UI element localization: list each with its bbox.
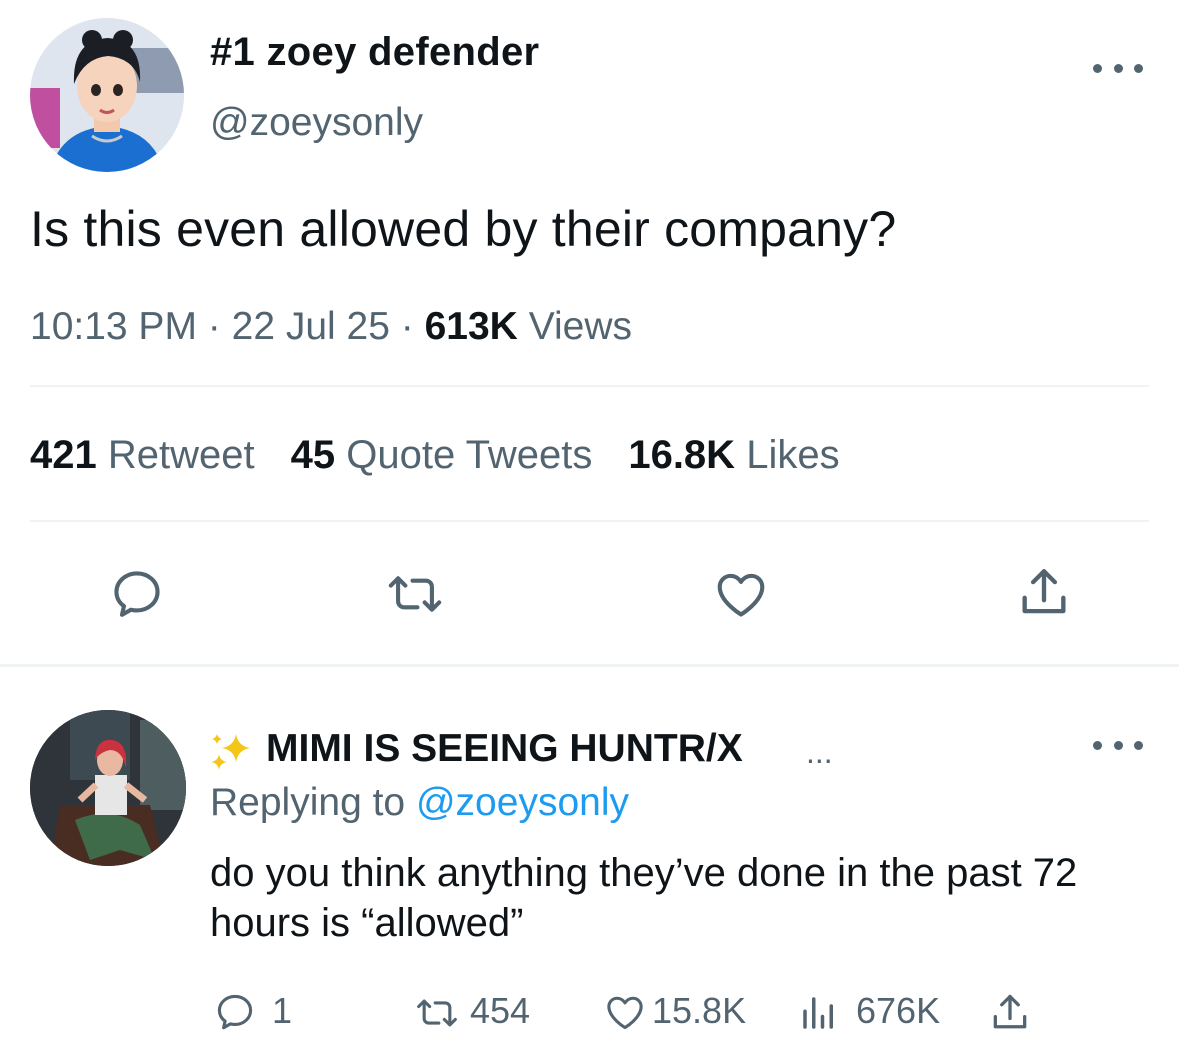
share-icon[interactable] (988, 990, 1032, 1041)
likes-stat[interactable]: 16.8K Likes (628, 433, 839, 477)
replying-handle-link[interactable]: @zoeysonly (416, 781, 629, 824)
like-icon[interactable] (711, 565, 771, 628)
meta-separator: · (207, 305, 221, 348)
replying-to: Replying to @zoeysonly (210, 781, 629, 825)
tweet-time[interactable]: 10:13 PM (30, 305, 197, 348)
likes-count: 16.8K (628, 433, 736, 477)
quotes-stat[interactable]: 45 Quote Tweets (291, 433, 593, 477)
quotes-count: 45 (290, 433, 336, 477)
divider (30, 385, 1149, 387)
tweet-meta: 10:13 PM · 22 Jul 25 · 613K Views (30, 305, 632, 349)
reply-icon[interactable] (212, 990, 258, 1039)
reply-author-avatar[interactable] (30, 710, 186, 866)
engagement-stats: 421 Retweet 45 Quote Tweets 16.8K Likes (30, 433, 840, 478)
views-icon[interactable] (798, 992, 840, 1039)
more-icon[interactable] (1093, 58, 1143, 78)
more-icon[interactable] (1093, 735, 1143, 755)
tweet-date[interactable]: 22 Jul 25 (232, 305, 390, 348)
author-handle[interactable]: @zoeysonly (210, 101, 423, 145)
name-truncation: ... (806, 734, 833, 770)
retweets-stat[interactable]: 421 Retweet (30, 433, 255, 477)
replying-prefix: Replying to (210, 781, 406, 824)
reply-text: do you think anything they’ve done in th… (210, 851, 1078, 945)
thread-divider (0, 664, 1179, 667)
like-count: 15.8K (652, 990, 747, 1031)
retweet-icon[interactable] (383, 565, 447, 628)
tweet-text: Is this even allowed by their company? (30, 201, 897, 257)
share-icon[interactable] (1015, 563, 1073, 628)
views-count: 613K (424, 305, 518, 348)
tweet-thread: #1 zoey defender @zoeysonly Is this even… (0, 0, 1179, 1053)
like-icon[interactable] (600, 990, 650, 1039)
reply-icon[interactable] (107, 565, 167, 628)
retweets-count: 421 (30, 433, 97, 477)
meta-separator: · (400, 305, 414, 348)
author-display-name[interactable]: #1 zoey defender (210, 30, 539, 75)
views-count: 676K (856, 990, 941, 1031)
author-avatar[interactable] (30, 18, 184, 172)
reply-author-display-name[interactable]: MIMI IS SEEING HUNTR/X (266, 727, 743, 771)
retweets-label: Retweet (107, 433, 255, 477)
likes-label: Likes (746, 433, 840, 477)
sparkles-emoji (208, 730, 256, 779)
reply-count: 1 (272, 990, 293, 1031)
retweet-count: 454 (470, 990, 531, 1031)
views-label: Views (528, 305, 633, 348)
quotes-label: Quote Tweets (346, 433, 593, 477)
divider (30, 520, 1149, 522)
retweet-icon[interactable] (412, 991, 462, 1040)
